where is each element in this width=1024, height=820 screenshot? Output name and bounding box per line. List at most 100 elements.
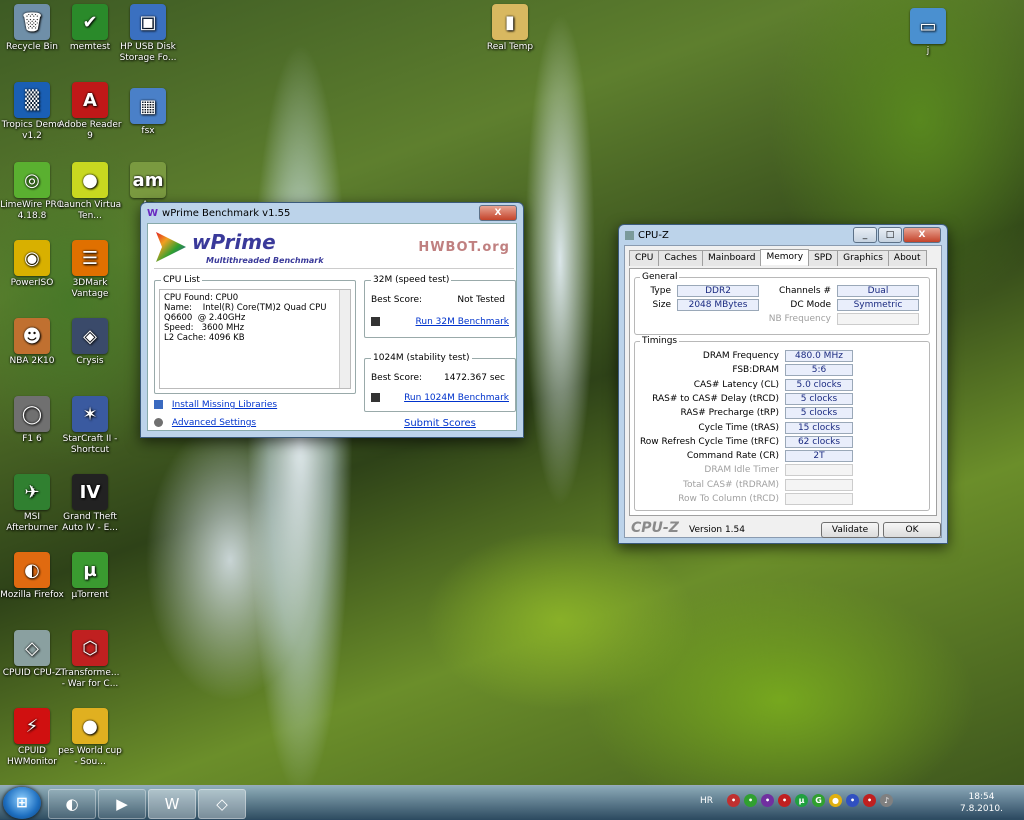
tab-mainboard[interactable]: Mainboard xyxy=(702,250,762,266)
desktop-icon[interactable]: IV Grand Theft Auto IV - E... xyxy=(58,474,122,534)
wprime-logo-subtitle: Multithreaded Benchmark xyxy=(206,256,324,265)
desktop-icon-label: CPUID HWMonitor xyxy=(7,746,57,767)
desktop-icon[interactable]: ☻ NBA 2K10 xyxy=(0,318,64,367)
wrench-icon xyxy=(154,418,163,427)
desktop-icon[interactable]: ⬡ Transforme... - War for C... xyxy=(58,630,122,690)
taskbar-media-player-button[interactable]: ▶ xyxy=(98,789,146,819)
cpuz-titlebar[interactable]: CPU-Z _ □ X xyxy=(619,225,947,245)
cpuz-window[interactable]: CPU-Z _ □ X CPU Caches Mainboard Memory SPD G… xyxy=(618,224,948,544)
run-32m-button[interactable]: Run 32M Benchmark xyxy=(416,317,509,327)
language-indicator[interactable]: HR xyxy=(700,796,713,806)
validate-button[interactable]: Validate xyxy=(821,522,879,538)
submit-scores-link[interactable]: Submit Scores xyxy=(404,418,476,429)
clock-time: 18:54 xyxy=(968,792,995,802)
tray-icon-5[interactable]: µ xyxy=(795,794,809,807)
cpuz-version: Version 1.54 xyxy=(689,525,745,535)
desktop-icon[interactable]: ✈ MSI Afterburner xyxy=(0,474,64,534)
desktop-icon[interactable]: ▮ Real Temp xyxy=(478,4,542,53)
desktop-icon[interactable]: ◎ LimeWire PRO 4.18.8 xyxy=(0,162,64,222)
desktop-icon[interactable]: ◐ Mozilla Firefox xyxy=(0,552,64,601)
desktop-icon[interactable]: ◯ F1 6 xyxy=(0,396,64,445)
tray-icon-4[interactable]: • xyxy=(778,794,792,807)
cpu-list-scrollbar[interactable] xyxy=(339,290,350,388)
desktop-app-icon: ☻ xyxy=(14,318,50,354)
tab-spd[interactable]: SPD xyxy=(808,250,839,266)
tab-cpu[interactable]: CPU xyxy=(629,250,660,266)
advanced-settings-row[interactable]: Advanced Settings xyxy=(154,418,256,428)
close-button[interactable]: X xyxy=(479,205,517,221)
desktop-app-icon: 🗑 xyxy=(14,4,50,40)
desktop-icon-label: memtest xyxy=(69,42,111,52)
cpuz-brand: CPU-Z xyxy=(631,520,679,536)
tray-icon-6[interactable]: G xyxy=(812,794,826,807)
desktop-icon[interactable]: ▒ Tropics Demo v1.2 xyxy=(0,82,64,142)
timing-label: Total CAS# (tRDRAM) xyxy=(683,479,779,490)
install-icon xyxy=(154,400,163,409)
tray-icon-10[interactable]: ♪ xyxy=(880,794,894,807)
taskbar-cpuz-button[interactable]: ◇ xyxy=(198,789,246,819)
maximize-button[interactable]: □ xyxy=(878,227,902,243)
tray-icon-9[interactable]: • xyxy=(863,794,877,807)
test-32m-legend: 32M (speed test) xyxy=(371,275,452,285)
desktop-icon-label: Transforme... - War for C... xyxy=(60,668,120,689)
desktop-app-icon: IV xyxy=(72,474,108,510)
cpu-list-box[interactable]: CPU Found: CPU0 Name: Intel(R) Core(TM)2 … xyxy=(159,289,351,389)
tab-memory[interactable]: Memory xyxy=(760,249,810,265)
start-button[interactable]: ⊞ xyxy=(3,787,41,819)
desktop-icon[interactable]: ✔ memtest xyxy=(58,4,122,53)
wprime-logo-area: wPrime Multithreaded Benchmark HWBOT.org xyxy=(154,228,514,269)
desktop-icon[interactable]: ● pes World cup - Sou... xyxy=(58,708,122,768)
taskbar-firefox-button[interactable]: ◐ xyxy=(48,789,96,819)
clock-date: 7.8.2010. xyxy=(960,804,1003,814)
desktop-icon[interactable]: ◉ PowerISO xyxy=(0,240,64,289)
tab-caches[interactable]: Caches xyxy=(658,250,703,266)
nb-frequency-label: NB Frequency xyxy=(768,314,831,324)
cpuz-body: CPU Caches Mainboard Memory SPD Graphics About… xyxy=(624,245,942,538)
tray-icon-3[interactable]: • xyxy=(761,794,775,807)
desktop-icon[interactable]: ✶ StarCraft II - Shortcut xyxy=(58,396,122,456)
desktop-app-icon: ● xyxy=(72,162,108,198)
desktop-icon-label: j xyxy=(926,46,930,56)
desktop-icon[interactable]: ▣ HP USB Disk Storage Fo... xyxy=(116,4,180,64)
clock[interactable]: 18:54 7.8.2010. xyxy=(960,791,1003,815)
tray-icon-8[interactable]: • xyxy=(846,794,860,807)
tray-icon-1[interactable]: • xyxy=(727,794,741,807)
tab-about[interactable]: About xyxy=(887,250,927,266)
desktop-icon[interactable]: ▦ fsx xyxy=(116,88,180,137)
desktop-icon-label: F1 6 xyxy=(22,434,42,444)
desktop-icon[interactable]: ☰ 3DMark Vantage xyxy=(58,240,122,300)
install-libraries-link[interactable]: Install Missing Libraries xyxy=(172,400,277,410)
desktop-icon[interactable]: 🗑 Recycle Bin xyxy=(0,4,64,53)
wprime-window[interactable]: W wPrime Benchmark v1.55 X wPrime Multit… xyxy=(140,202,524,438)
desktop-icon[interactable]: µ µTorrent xyxy=(58,552,122,601)
close-button[interactable]: X xyxy=(903,227,941,243)
advanced-settings-link[interactable]: Advanced Settings xyxy=(172,418,256,428)
desktop-icon[interactable]: ◇ CPUID CPU-Z xyxy=(0,630,64,679)
desktop-app-icon: ◐ xyxy=(14,552,50,588)
desktop-icon-label: fsx xyxy=(141,126,155,136)
wprime-titlebar[interactable]: W wPrime Benchmark v1.55 X xyxy=(141,203,523,223)
desktop-icon-label: 3DMark Vantage xyxy=(71,278,109,299)
desktop-icon[interactable]: A Adobe Reader 9 xyxy=(58,82,122,142)
desktop-icon[interactable]: ● Launch Virtua Ten... xyxy=(58,162,122,222)
run-1024m-button[interactable]: Run 1024M Benchmark xyxy=(404,393,509,403)
desktop-icon[interactable]: ◈ Crysis xyxy=(58,318,122,367)
channels-value: Dual xyxy=(837,285,919,297)
desktop-icon[interactable]: ⚡ CPUID HWMonitor xyxy=(0,708,64,768)
minimize-button[interactable]: _ xyxy=(853,227,877,243)
timing-label: CAS# Latency (CL) xyxy=(693,379,779,390)
timing-label: Row Refresh Cycle Time (tRFC) xyxy=(639,436,779,447)
desktop-icon[interactable]: ▭ j xyxy=(896,8,960,57)
taskbar-wprime-button[interactable]: W xyxy=(148,789,196,819)
desktop-app-icon: ✔ xyxy=(72,4,108,40)
ok-button[interactable]: OK xyxy=(883,522,941,538)
general-legend: General xyxy=(640,272,680,282)
desktop-app-icon: ☰ xyxy=(72,240,108,276)
taskbar: ⊞ ◐ ▶ W ◇ HR • • • • µ G ● • • ♪ 18:54 7.8.2010. xyxy=(0,785,1024,820)
tray-icon-2[interactable]: • xyxy=(744,794,758,807)
tray-icon-7[interactable]: ● xyxy=(829,794,843,807)
test-1024m-score-label: Best Score: xyxy=(371,373,423,383)
install-libraries-row[interactable]: Install Missing Libraries xyxy=(154,400,277,410)
tab-graphics[interactable]: Graphics xyxy=(837,250,889,266)
wprime-logo-icon xyxy=(156,232,186,262)
